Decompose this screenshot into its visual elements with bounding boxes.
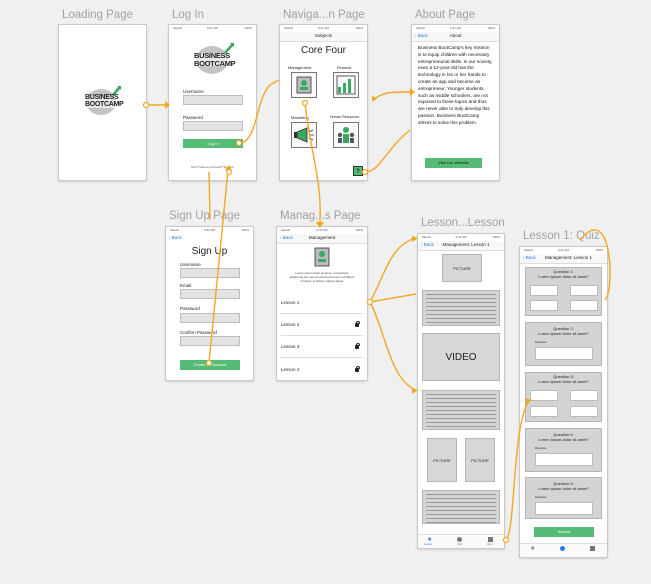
prototype-flow-links [142,79,611,544]
arrowhead [316,222,324,228]
arrowhead [526,398,532,404]
flow-link-lesson-quiz [505,399,531,541]
hotspot [142,101,150,109]
flow-link-nav-manage [304,102,321,223]
arrowhead [165,101,170,109]
arrowhead [372,96,377,102]
hotspot [301,99,309,107]
flow-link-manage-lesson [369,237,417,303]
arrowhead [410,88,415,96]
flow-link-lesson-manage-2 [369,293,417,303]
hotspot [366,298,374,306]
hotspot [502,536,510,544]
flow-link-about-nav [364,129,411,173]
flow-link-login-nav [238,79,280,144]
hotspot [225,168,233,176]
arrowhead [412,236,418,242]
flow-link-signup-login [208,169,229,364]
flow-link-quiz-lesson [579,229,611,301]
flow-link-nav-about [373,91,411,101]
hotspot [205,359,213,367]
flow-link-login-signup [208,171,211,221]
hotspot [235,139,243,147]
hotspot [361,168,369,176]
flow-link-lesson-manage [369,301,417,391]
